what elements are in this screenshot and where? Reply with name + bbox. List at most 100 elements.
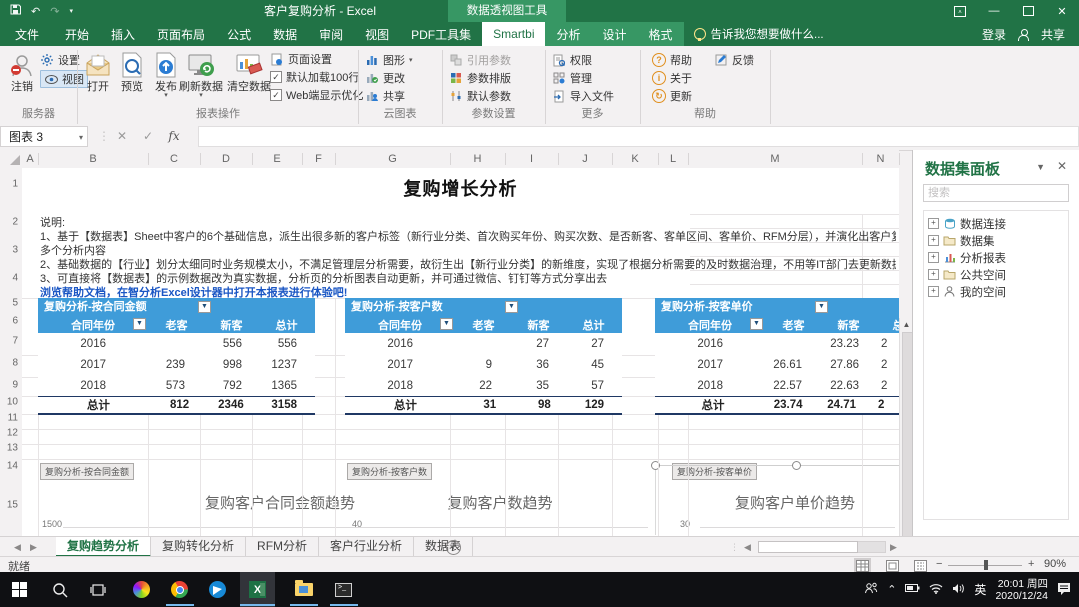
- cell-new[interactable]: 36: [512, 359, 565, 371]
- col-header-1[interactable]: 新客: [822, 316, 875, 333]
- import-file-button[interactable]: 导入文件: [552, 88, 614, 104]
- search-icon[interactable]: [42, 572, 77, 607]
- cell-old[interactable]: 26.61: [765, 359, 822, 371]
- add-sheet-button[interactable]: +: [446, 540, 461, 555]
- column-header-C[interactable]: C: [170, 150, 178, 168]
- col-header-0[interactable]: 老客: [455, 316, 512, 333]
- sheet-tab-1[interactable]: 复购转化分析: [151, 537, 246, 557]
- tree-item-2[interactable]: +分析报表: [924, 249, 1068, 266]
- cell-new[interactable]: 27: [512, 338, 565, 350]
- expand-icon[interactable]: +: [928, 252, 939, 263]
- app-icon-colorwheel[interactable]: [124, 572, 159, 607]
- year-column-header[interactable]: 合同年份▼: [38, 316, 148, 333]
- param-layout-button[interactable]: 参数排版: [449, 70, 511, 86]
- zoom-in-icon[interactable]: +: [1028, 558, 1034, 570]
- cell-total[interactable]: 27: [565, 338, 622, 350]
- row-header-3[interactable]: 3: [12, 245, 18, 256]
- expand-icon[interactable]: +: [928, 235, 939, 246]
- sheet-tab-4[interactable]: 数据表: [414, 537, 473, 557]
- cell-year[interactable]: 2018: [38, 380, 148, 392]
- row-header-5[interactable]: 5: [12, 298, 18, 309]
- terminal-icon[interactable]: >_: [326, 572, 361, 607]
- share-link[interactable]: 共享: [1041, 26, 1065, 43]
- cell-old[interactable]: 9: [455, 359, 512, 371]
- manage-button[interactable]: 管理: [552, 70, 592, 86]
- formula-input[interactable]: [198, 126, 1079, 147]
- column-header-H[interactable]: H: [474, 150, 482, 168]
- table-row[interactable]: 201822.5722.632: [655, 375, 899, 396]
- col-header-2[interactable]: 总计: [258, 316, 315, 333]
- cell-new[interactable]: 22.63: [822, 380, 875, 392]
- context-tab-0[interactable]: 分析: [545, 22, 591, 46]
- expand-icon[interactable]: +: [928, 286, 939, 297]
- row-header-13[interactable]: 13: [7, 443, 18, 454]
- table-row[interactable]: 2018223557: [345, 375, 622, 396]
- column-header-A[interactable]: A: [26, 150, 33, 168]
- minimize-button[interactable]: —: [977, 0, 1011, 22]
- login-link[interactable]: 登录: [982, 26, 1006, 43]
- row-header-2[interactable]: 2: [12, 217, 18, 228]
- column-header-E[interactable]: E: [273, 150, 280, 168]
- enter-formula-icon[interactable]: ✓: [138, 126, 158, 147]
- people-icon[interactable]: [864, 582, 878, 597]
- cell-year[interactable]: 2016: [655, 338, 765, 350]
- taskbar-clock[interactable]: 20:01 周四 2020/12/24: [995, 578, 1048, 602]
- sheet-tab-0[interactable]: 复购趋势分析: [56, 537, 151, 557]
- row-header-4[interactable]: 4: [12, 273, 18, 284]
- col-header-1[interactable]: 新客: [205, 316, 258, 333]
- save-icon[interactable]: [10, 4, 21, 18]
- column-header-F[interactable]: F: [315, 150, 322, 168]
- column-header-D[interactable]: D: [222, 150, 230, 168]
- sheet-grid[interactable]: 复购增长分析 复购分析-按合同金额复购客户合同金额趋势1500复购分析-按客户数…: [22, 168, 899, 536]
- about-button[interactable]: i 关于: [652, 70, 692, 86]
- undo-icon[interactable]: ↶: [31, 5, 40, 18]
- row-header-8[interactable]: 8: [12, 358, 18, 369]
- year-column-header[interactable]: 合同年份▼: [655, 316, 765, 333]
- tab-1[interactable]: 插入: [100, 22, 146, 46]
- normal-view-icon[interactable]: [856, 560, 869, 572]
- context-tab-1[interactable]: 设计: [592, 22, 638, 46]
- table-row[interactable]: 201726.6127.862: [655, 354, 899, 375]
- row-header-15[interactable]: 15: [7, 500, 18, 511]
- expand-icon[interactable]: +: [928, 269, 939, 280]
- row-headers[interactable]: 123456789101112131415: [0, 168, 23, 536]
- zoom-level[interactable]: 90%: [1044, 558, 1066, 570]
- refresh-data-button[interactable]: 刷新数据 ▾: [178, 49, 224, 99]
- ribbon-display-options-button[interactable]: ˄: [943, 0, 977, 22]
- cell-total[interactable]: 2: [875, 359, 899, 371]
- table-total-row[interactable]: 总计81223463158: [38, 396, 315, 415]
- filter-dropdown-icon[interactable]: ▼: [815, 301, 828, 313]
- tab-4[interactable]: 数据: [262, 22, 308, 46]
- graph-button[interactable]: 图形▾: [365, 52, 413, 68]
- load-100-checkbox[interactable]: ✓ 默认加载100行: [270, 69, 359, 85]
- cell-total[interactable]: 556: [258, 338, 315, 350]
- table-row[interactable]: 20162727: [345, 333, 622, 354]
- logout-button[interactable]: 注销: [2, 49, 42, 93]
- column-header-N[interactable]: N: [877, 150, 885, 168]
- ref-param-button[interactable]: 引用参数: [449, 52, 511, 68]
- table-row[interactable]: 201793645: [345, 354, 622, 375]
- tab-3[interactable]: 公式: [216, 22, 262, 46]
- year-column-header[interactable]: 合同年份▼: [345, 316, 455, 333]
- cell-new[interactable]: 792: [205, 380, 258, 392]
- close-button[interactable]: ✕: [1045, 0, 1079, 22]
- cell-old[interactable]: 239: [148, 359, 205, 371]
- tree-item-3[interactable]: +公共空间: [924, 266, 1068, 283]
- row-header-11[interactable]: 11: [8, 413, 18, 424]
- tab-6[interactable]: 视图: [354, 22, 400, 46]
- column-header-I[interactable]: I: [530, 150, 533, 168]
- page-setup-button[interactable]: 页面设置: [270, 51, 332, 67]
- name-box[interactable]: 图表 3 ▾: [0, 126, 88, 147]
- cell-total[interactable]: 45: [565, 359, 622, 371]
- cell-year[interactable]: 2018: [655, 380, 765, 392]
- row-header-9[interactable]: 9: [12, 380, 18, 391]
- tab-5[interactable]: 审阅: [308, 22, 354, 46]
- chart-tag-button[interactable]: 复购分析-按客户数: [347, 463, 432, 480]
- default-param-button[interactable]: 默认参数: [449, 88, 511, 104]
- share-chart-button[interactable]: 共享: [365, 88, 405, 104]
- hscroll-right-icon[interactable]: ▶: [890, 537, 897, 557]
- table-row[interactable]: 20185737921365: [38, 375, 315, 396]
- cancel-formula-icon[interactable]: ✕: [112, 126, 132, 147]
- tab-7[interactable]: PDF工具集: [400, 22, 482, 46]
- fx-icon[interactable]: fx: [164, 126, 184, 147]
